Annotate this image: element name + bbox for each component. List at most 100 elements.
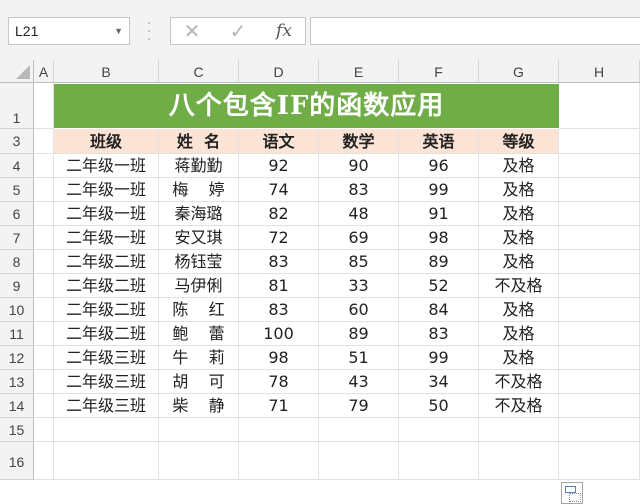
cell-e15[interactable] [319,418,399,442]
cell-a10[interactable] [34,298,54,322]
table-cell[interactable]: 69 [319,226,399,250]
cell-a4[interactable] [34,154,54,178]
header-cell[interactable]: 语文 [239,129,319,154]
table-cell[interactable]: 二年级二班 [54,274,159,298]
table-cell[interactable]: 梅 婷 [159,178,239,202]
column-header-a[interactable]: A [34,60,54,83]
table-cell[interactable]: 83 [239,250,319,274]
table-cell[interactable]: 96 [399,154,479,178]
table-cell[interactable]: 杨钰莹 [159,250,239,274]
table-cell[interactable]: 安又琪 [159,226,239,250]
table-cell[interactable]: 二年级三班 [54,394,159,418]
table-cell[interactable]: 二年级二班 [54,322,159,346]
table-cell[interactable]: 不及格 [479,394,559,418]
cell-h9[interactable] [559,274,640,298]
table-cell[interactable]: 及格 [479,154,559,178]
cancel-icon[interactable]: ✕ [177,18,207,44]
cell-h6[interactable] [559,202,640,226]
cell-a12[interactable] [34,346,54,370]
table-cell[interactable]: 二年级二班 [54,298,159,322]
table-cell[interactable]: 二年级一班 [54,226,159,250]
table-cell[interactable]: 48 [319,202,399,226]
table-cell[interactable]: 92 [239,154,319,178]
header-cell[interactable]: 英语 [399,129,479,154]
chevron-down-icon[interactable]: ▼ [114,18,123,44]
cell-h1[interactable] [559,83,640,129]
table-cell[interactable]: 50 [399,394,479,418]
insert-function-icon[interactable]: fx [269,18,299,44]
table-cell[interactable]: 及格 [479,298,559,322]
cell-h14[interactable] [559,394,640,418]
table-cell[interactable]: 90 [319,154,399,178]
cell-a14[interactable] [34,394,54,418]
cell-a13[interactable] [34,370,54,394]
table-cell[interactable]: 85 [319,250,399,274]
cell-g16[interactable] [479,442,559,480]
table-cell[interactable]: 84 [399,298,479,322]
table-cell[interactable]: 牛 莉 [159,346,239,370]
column-header-d[interactable]: D [239,60,319,83]
table-cell[interactable]: 100 [239,322,319,346]
table-cell[interactable]: 及格 [479,346,559,370]
formula-input[interactable] [310,17,640,45]
cell-d16[interactable] [239,442,319,480]
row-header-4[interactable]: 4 [0,154,34,178]
cell-h8[interactable] [559,250,640,274]
table-cell[interactable]: 83 [239,298,319,322]
cell-a16[interactable] [34,442,54,480]
table-cell[interactable]: 43 [319,370,399,394]
cell-b15[interactable] [54,418,159,442]
table-cell[interactable]: 二年级三班 [54,346,159,370]
table-cell[interactable]: 鲍 蕾 [159,322,239,346]
row-header-5[interactable]: 5 [0,178,34,202]
cell-f16[interactable] [399,442,479,480]
table-cell[interactable]: 马伊俐 [159,274,239,298]
cell-c15[interactable] [159,418,239,442]
row-header-6[interactable]: 6 [0,202,34,226]
table-cell[interactable]: 82 [239,202,319,226]
cell-a7[interactable] [34,226,54,250]
table-cell[interactable]: 79 [319,394,399,418]
table-cell[interactable]: 78 [239,370,319,394]
row-header-13[interactable]: 13 [0,370,34,394]
row-header-1[interactable]: 1 [0,83,34,129]
cell-e16[interactable] [319,442,399,480]
table-cell[interactable]: 二年级一班 [54,202,159,226]
table-cell[interactable]: 72 [239,226,319,250]
column-header-b[interactable]: B [54,60,159,83]
cell-a6[interactable] [34,202,54,226]
row-header-15[interactable]: 15 [0,418,34,442]
row-header-11[interactable]: 11 [0,322,34,346]
cell-h11[interactable] [559,322,640,346]
row-header-14[interactable]: 14 [0,394,34,418]
name-box[interactable]: L21 ▼ [8,17,130,45]
table-cell[interactable]: 胡 可 [159,370,239,394]
cell-h7[interactable] [559,226,640,250]
column-header-f[interactable]: F [399,60,479,83]
row-header-12[interactable]: 12 [0,346,34,370]
cell-a11[interactable] [34,322,54,346]
table-cell[interactable]: 74 [239,178,319,202]
enter-icon[interactable]: ✓ [223,18,253,44]
header-cell[interactable]: 数学 [319,129,399,154]
table-cell[interactable]: 不及格 [479,274,559,298]
table-cell[interactable]: 陈 红 [159,298,239,322]
table-cell[interactable]: 柴 静 [159,394,239,418]
table-cell[interactable]: 二年级一班 [54,154,159,178]
table-cell[interactable]: 99 [399,178,479,202]
row-header-16[interactable]: 16 [0,442,34,480]
column-header-c[interactable]: C [159,60,239,83]
table-cell[interactable]: 33 [319,274,399,298]
table-cell[interactable]: 89 [399,250,479,274]
table-cell[interactable]: 71 [239,394,319,418]
cell-h16[interactable] [559,442,640,480]
column-header-g[interactable]: G [479,60,559,83]
table-cell[interactable]: 二年级一班 [54,178,159,202]
table-cell[interactable]: 98 [239,346,319,370]
cell-a9[interactable] [34,274,54,298]
cell-a1[interactable] [34,83,54,129]
table-cell[interactable]: 及格 [479,226,559,250]
row-header-8[interactable]: 8 [0,250,34,274]
cell-h5[interactable] [559,178,640,202]
cell-b16[interactable] [54,442,159,480]
